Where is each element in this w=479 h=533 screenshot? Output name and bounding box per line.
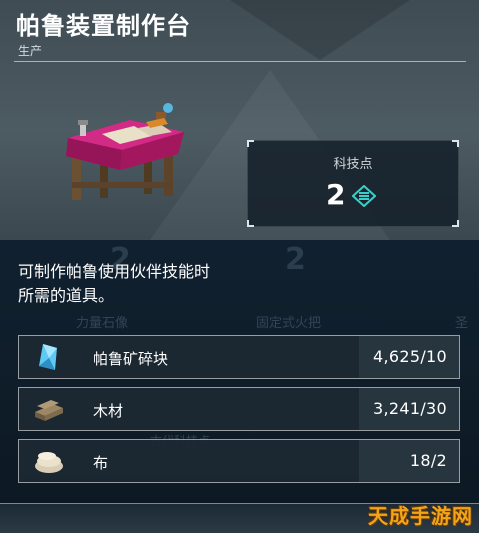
material-quantity: 3,241/30 [373, 399, 447, 418]
material-quantity: 4,625/10 [373, 347, 447, 366]
panel-corner [247, 220, 254, 227]
wood-icon [35, 400, 63, 421]
background-triangle-dark [230, 0, 410, 60]
material-quantity-box: 18/2 [359, 440, 459, 482]
description-line: 所需的道具。 [18, 286, 115, 305]
material-name: 木材 [93, 402, 124, 420]
tech-point-label: 科技点 [333, 157, 373, 172]
background-item-label: 力量石像 [76, 316, 129, 331]
panel-corner [452, 140, 459, 147]
material-row: 木材 3,241/30 [18, 387, 460, 431]
material-row: 帕鲁矿碎块 4,625/10 [18, 335, 460, 379]
panel-corner [247, 140, 254, 147]
tech-point-value: 2 [326, 178, 346, 211]
material-row: 布 18/2 [18, 439, 460, 483]
material-quantity-box: 3,241/30 [359, 388, 459, 430]
material-quantity: 18/2 [409, 451, 447, 470]
background-item-label: 圣 [455, 316, 469, 331]
tech-point-icon [352, 185, 376, 207]
material-quantity-box: 4,625/10 [359, 336, 459, 378]
page-title: 帕鲁装置制作台 [16, 12, 191, 40]
header-divider [14, 61, 466, 62]
material-name: 帕鲁矿碎块 [93, 350, 169, 368]
site-watermark: 天成手游网 [368, 504, 473, 528]
description-line: 可制作帕鲁使用伙伴技能时 [18, 262, 211, 281]
tech-point-panel: 科技点 2 [247, 140, 459, 227]
category-label: 生产 [18, 44, 43, 58]
cloth-icon [35, 452, 63, 473]
background-item-label: 固定式火把 [256, 316, 322, 331]
pal-fluid-crystal-icon [39, 344, 57, 370]
panel-corner [452, 220, 459, 227]
item-description: 可制作帕鲁使用伙伴技能时 所需的道具。 [18, 260, 318, 308]
workbench-icon [66, 103, 184, 200]
material-name: 布 [93, 454, 109, 472]
